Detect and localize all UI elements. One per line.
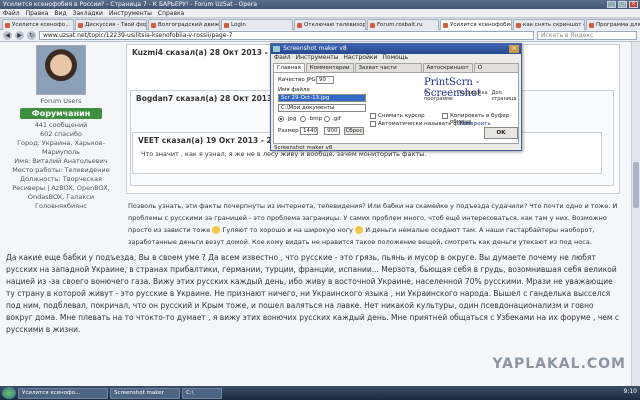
post-count: 441 сообщений <box>34 121 88 129</box>
scrollbar-thumb[interactable] <box>633 162 639 208</box>
ok-button[interactable]: OK <box>484 127 518 139</box>
back-button[interactable]: ◀ <box>3 31 12 40</box>
browser-tab[interactable]: Login <box>221 19 293 30</box>
maximize-button[interactable]: □ <box>618 1 627 8</box>
browser-tab[interactable]: Усилится ксенофо... <box>2 19 74 30</box>
format-jpg-radio[interactable] <box>278 116 284 122</box>
menu-help[interactable]: Справка <box>158 9 184 17</box>
os-taskbar: Усилится ксенофо... Screenshot maker C:\… <box>0 386 640 400</box>
user-city: Город: Украина, Харьков-Мариуполь <box>17 139 105 156</box>
browser-tab[interactable]: как снять скриншот с эк... <box>513 19 585 30</box>
format-gif-label: .gif <box>332 116 341 122</box>
taskbar-clock: 9:10 <box>623 388 637 395</box>
auto-name-checkbox[interactable] <box>370 121 376 127</box>
dialog-title-bar: Screenshot maker v8 × <box>271 44 521 54</box>
user-name: Имя: Виталий Анатольевич <box>14 157 108 165</box>
dialog-menu-item[interactable]: Файл <box>274 54 291 62</box>
user-position: Должность: Творческая Ресиверы | AzBOX, … <box>12 175 110 210</box>
menu-view[interactable]: Вид <box>54 9 66 17</box>
auto-name-label: Автоматически называть файлы <box>378 121 473 127</box>
user-profile-panel: Forum Users Форумчанин 441 сообщений 602… <box>0 42 122 260</box>
tab-capture-part[interactable]: Захват части экрана <box>354 63 422 79</box>
size-label: Размер <box>278 128 299 134</box>
screenshot-maker-dialog: Screenshot maker v8 × Файл Инструменты Н… <box>270 43 522 151</box>
minimize-button[interactable]: _ <box>607 1 616 8</box>
taskbar-item-explorer[interactable]: C:\ <box>182 387 222 399</box>
reset-button[interactable]: Сброс <box>344 127 364 135</box>
show-cursor-label: Снимать курсор <box>378 113 425 119</box>
watermark: YAPLAKAL.COM <box>492 356 626 372</box>
dialog-menu: Файл Инструменты Настройки Помощь <box>271 54 521 62</box>
dialog-status-bar: Screenshot maker v8 <box>274 145 333 151</box>
browser-tab[interactable]: Дискуссия - Твой форум <box>75 19 147 30</box>
dialog-menu-item[interactable]: Помощь <box>382 54 408 62</box>
browser-tab[interactable]: Forum.rosbalt.ru <box>367 19 439 30</box>
format-jpg-label: .jpg <box>286 116 297 122</box>
menu-file[interactable]: Файл <box>3 9 20 17</box>
tab-autoscreenshot[interactable]: Автоскриншот <box>422 63 473 72</box>
browser-title-bar: Усилится ксенофобия в России? - Страница… <box>0 0 640 9</box>
forward-button[interactable]: ▶ <box>15 31 24 40</box>
tab-comments[interactable]: Комментарии <box>305 63 354 72</box>
quality-label: Качество JPG <box>278 77 316 83</box>
smiley-icon <box>212 226 221 234</box>
user-workplace: Место работы: Телевидение <box>12 166 110 174</box>
menu-bookmarks[interactable]: Закладки <box>73 9 103 17</box>
dialog-title: Screenshot maker v8 <box>283 45 347 52</box>
quality-select[interactable]: 90 <box>316 76 334 84</box>
format-gif-radio[interactable] <box>324 116 330 122</box>
browser-menu-bar: Файл Правка Вид Закладки Инструменты Спр… <box>0 9 640 18</box>
copy-buffer-checkbox[interactable] <box>442 113 448 119</box>
close-button[interactable]: × <box>629 1 638 8</box>
link-about[interactable]: О программе <box>424 90 453 102</box>
url-input[interactable]: www.uzsat.net/topic/12239-usilitsia-ksen… <box>39 31 534 40</box>
dialog-menu-item[interactable]: Инструменты <box>296 54 339 62</box>
browser-tab-bar: Усилится ксенофо... Дискуссия - Твой фор… <box>0 18 640 30</box>
taskbar-item-screenshot-maker[interactable]: Screenshot maker <box>110 387 180 399</box>
user-group: Forum Users <box>40 97 82 105</box>
filename-input[interactable]: Scr 29-Oct-13.jpg <box>278 94 366 102</box>
filename-label: Имя файла <box>278 87 310 93</box>
format-bmp-radio[interactable] <box>300 116 306 122</box>
dialog-close-icon[interactable]: × <box>509 45 519 53</box>
start-button[interactable] <box>2 387 16 399</box>
tab-main[interactable]: Главная <box>273 63 305 72</box>
window-controls: _ □ × <box>607 1 638 8</box>
menu-tools[interactable]: Инструменты <box>109 9 152 17</box>
height-input[interactable]: 900 <box>324 127 340 135</box>
post-text: Позволь узнать, эти факты почерпнуты из … <box>128 200 618 248</box>
show-cursor-checkbox[interactable] <box>370 113 376 119</box>
window-title: Усилится ксенофобия в России? - Страница… <box>3 1 258 8</box>
address-bar-row: ◀ ▶ ↻ www.uzsat.net/topic/12239-usilitsi… <box>0 30 640 42</box>
browser-tab[interactable]: Волгоградский движен... <box>148 19 220 30</box>
dialog-tabs: Главная Комментарии Захват части экрана … <box>271 63 521 79</box>
post-text-main: Да какие еще бабки у подъезда, Вы в свое… <box>6 253 620 334</box>
taskbar-item-browser[interactable]: Усилится ксенофо... <box>18 387 108 399</box>
width-input[interactable]: 1440 <box>300 127 318 135</box>
menu-edit[interactable]: Правка <box>26 9 49 17</box>
link-extra[interactable]: Доп. страница <box>492 90 518 102</box>
smiley-icon <box>355 226 364 234</box>
dialog-body: Качество JPG 90 Имя файла Scr 29-Oct-13.… <box>273 72 519 144</box>
browser-tab-active[interactable]: Усилится ксенофобия <box>440 19 512 30</box>
browser-tab[interactable]: Программа для снятия... <box>586 19 640 30</box>
reload-button[interactable]: ↻ <box>27 31 36 40</box>
user-rank-badge: Форумчанин <box>20 108 102 119</box>
search-input[interactable]: Искать в Яндекс <box>537 31 637 40</box>
thanks-count: 602 спасибо <box>39 130 83 138</box>
brand-links: О программе Поддержка Доп. страница <box>424 90 518 102</box>
link-support[interactable]: Поддержка <box>457 90 488 102</box>
avatar[interactable] <box>36 45 86 95</box>
folder-input[interactable]: C:\Мои документы <box>278 104 366 112</box>
browser-tab[interactable]: Отключаю телевизор <box>294 19 366 30</box>
dialog-menu-item[interactable]: Настройки <box>344 54 378 62</box>
tab-about[interactable]: О программе <box>473 63 519 79</box>
page-scrollbar[interactable] <box>631 42 640 386</box>
format-bmp-label: .bmp <box>308 116 323 122</box>
post-text-part: Гуляют то хорошо и на широкую ногу <box>222 226 354 234</box>
